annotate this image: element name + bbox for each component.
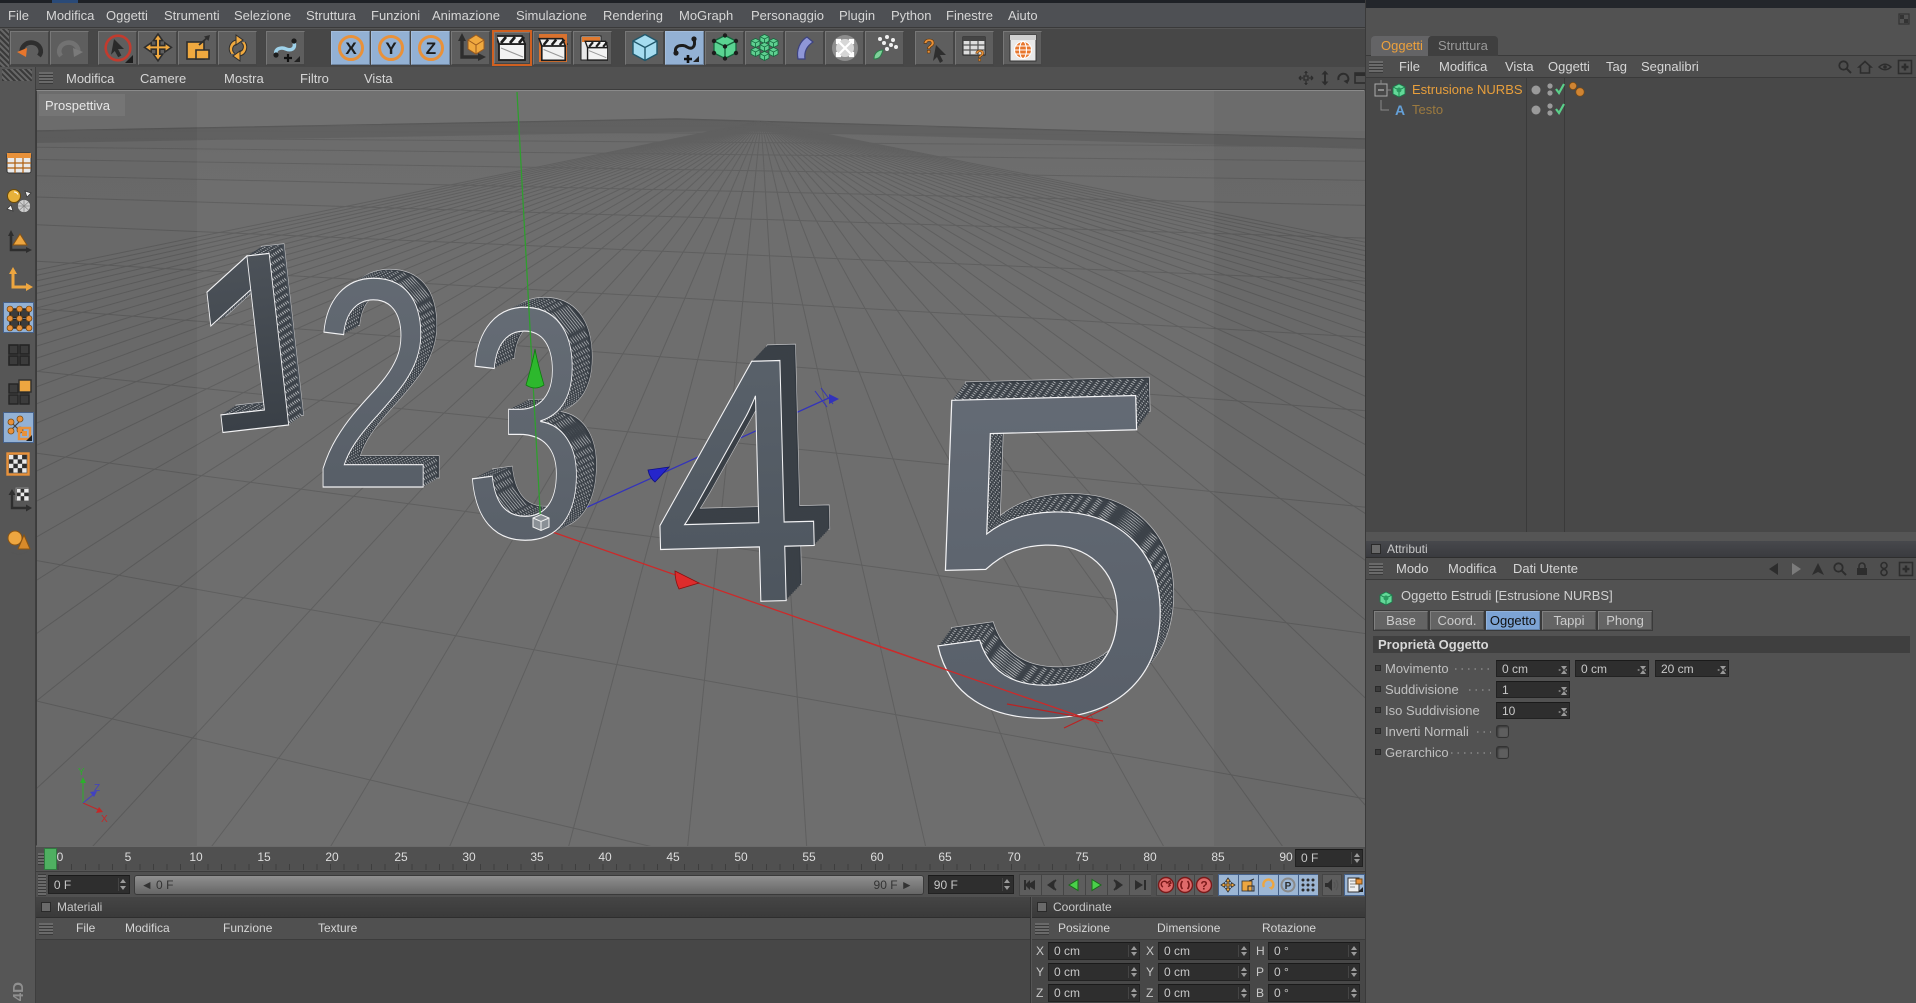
svg-text:?: ? [975, 48, 985, 63]
svg-text:?: ? [1200, 878, 1207, 892]
svg-text:?: ? [923, 36, 935, 58]
svg-text:4: 4 [647, 284, 827, 678]
svg-text:2: 2 [312, 216, 434, 551]
svg-text:Testo: Testo [1412, 102, 1443, 117]
svg-text:Y: Y [385, 39, 397, 58]
svg-text:X: X [345, 39, 357, 58]
svg-text:A: A [1395, 102, 1405, 118]
svg-text:Z: Z [425, 39, 435, 58]
svg-text:3: 3 [464, 241, 586, 608]
svg-text:5: 5 [910, 296, 1185, 815]
svg-text:Prospettiva: Prospettiva [45, 98, 111, 113]
svg-text:P: P [1285, 881, 1292, 892]
svg-text:Estrusione NURBS: Estrusione NURBS [1412, 82, 1523, 97]
